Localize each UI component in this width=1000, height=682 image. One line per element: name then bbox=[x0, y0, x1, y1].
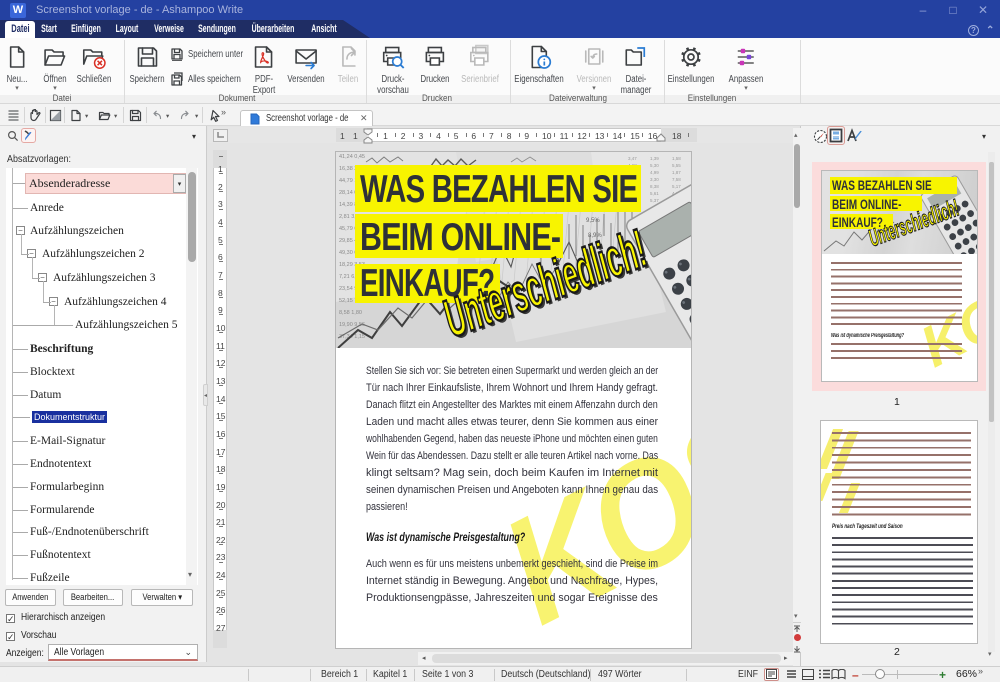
svg-text:1,39: 1,39 bbox=[650, 156, 659, 161]
svg-text:41,24 0,45: 41,24 0,45 bbox=[339, 154, 365, 160]
svg-text:4,99: 4,99 bbox=[650, 170, 659, 175]
svg-text:5,61: 5,61 bbox=[650, 191, 659, 196]
svg-text:3,47: 3,47 bbox=[628, 156, 637, 161]
svg-text:7,58: 7,58 bbox=[672, 177, 681, 182]
svg-text:5,37: 5,37 bbox=[650, 198, 659, 203]
svg-text:8,58 1,80: 8,58 1,80 bbox=[339, 310, 362, 316]
svg-text:5,30: 5,30 bbox=[650, 163, 659, 168]
svg-text:9,5%: 9,5% bbox=[586, 218, 600, 224]
svg-text:3,30: 3,30 bbox=[650, 177, 659, 182]
svg-text:5,17: 5,17 bbox=[672, 184, 681, 189]
svg-text:5,55: 5,55 bbox=[672, 163, 681, 168]
svg-text:1,87: 1,87 bbox=[672, 170, 681, 175]
svg-text:8,38: 8,38 bbox=[650, 184, 659, 189]
svg-text:1,58: 1,58 bbox=[672, 156, 681, 161]
